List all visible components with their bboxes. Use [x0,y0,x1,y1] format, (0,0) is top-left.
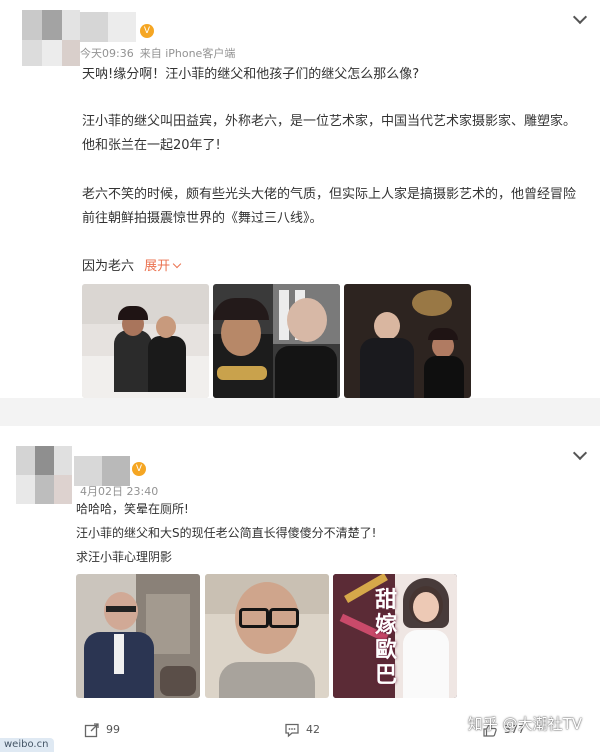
post-time[interactable]: 今天09:36 [80,47,134,60]
share-icon [84,723,99,738]
avatar[interactable] [16,446,72,504]
photo-couple-chandelier[interactable] [344,284,471,398]
chevron-down-icon[interactable] [572,9,588,25]
post-text-line: 求汪小菲心理阴影 [76,550,173,564]
reason-text: 因为老六 [82,259,135,274]
comment-button[interactable]: 42 [284,722,320,738]
recommend-reason: 因为老六 展开 [82,255,182,278]
url-tag: weibo.cn [0,738,55,752]
zhihu-watermark: 知乎 @大潮社TV [467,715,582,733]
weibo-post-1: V 今天09:36 来自 iPhone客户端 天呐!缘分啊！汪小菲的继父和他孩子们… [0,0,600,398]
chevron-down-icon [172,259,182,269]
post-text-line: 老六不笑的时候，颇有些光头大佬的气质，但实际上人家是搞摄影艺术的，他曾经冒险 [82,187,577,202]
post-text-line: 哈哈哈，笑晕在厕所! [76,502,189,516]
post-source: 来自 iPhone客户端 [139,47,236,60]
photo-bald-man-selfie[interactable] [205,574,329,698]
post-meta: 今天09:36 来自 iPhone客户端 [80,45,235,61]
post-text-line: 天呐!缘分啊！汪小菲的继父和他孩子们的继父怎么那么像? [82,67,420,82]
photo-bald-man-room[interactable] [76,574,200,698]
poster-title: 甜嫁歐巴 [374,587,397,688]
share-button[interactable]: 99 [84,722,120,738]
post-text-line: 他和张兰在一起20年了! [82,138,221,153]
post-text-line: 前往朝鲜拍摄震惊世界的《舞过三八线》。 [82,211,323,226]
weibo-post-2: V 4月02日 23:40 哈哈哈，笑晕在厕所! 汪小菲的继父和大S的现任老公简… [0,426,600,752]
vip-badge-icon: V [140,24,154,38]
comment-icon [285,723,299,738]
share-count: 99 [106,723,120,736]
expand-link[interactable]: 展开 [144,259,182,274]
photo-couple-sofa[interactable] [82,284,209,398]
username[interactable] [74,456,130,486]
post-text-line: 汪小菲的继父和大S的现任老公简直长得傻傻分不清楚了! [76,526,377,540]
post-meta: 4月02日 23:40 [80,483,164,499]
photo-show-poster[interactable]: 甜嫁歐巴 [333,574,457,698]
photo-woman-and-bald-man[interactable] [213,284,340,398]
comment-count: 42 [306,723,320,736]
vip-badge-icon: V [132,462,146,476]
chevron-down-icon[interactable] [572,445,588,461]
username[interactable] [80,12,136,42]
post-time[interactable]: 4月02日 23:40 [80,485,158,498]
post-text-line: 汪小菲的继父叫田益宾，外称老六，是一位艺术家，中国当代艺术家摄影家、雕塑家。 [82,114,577,129]
avatar[interactable] [22,10,80,66]
